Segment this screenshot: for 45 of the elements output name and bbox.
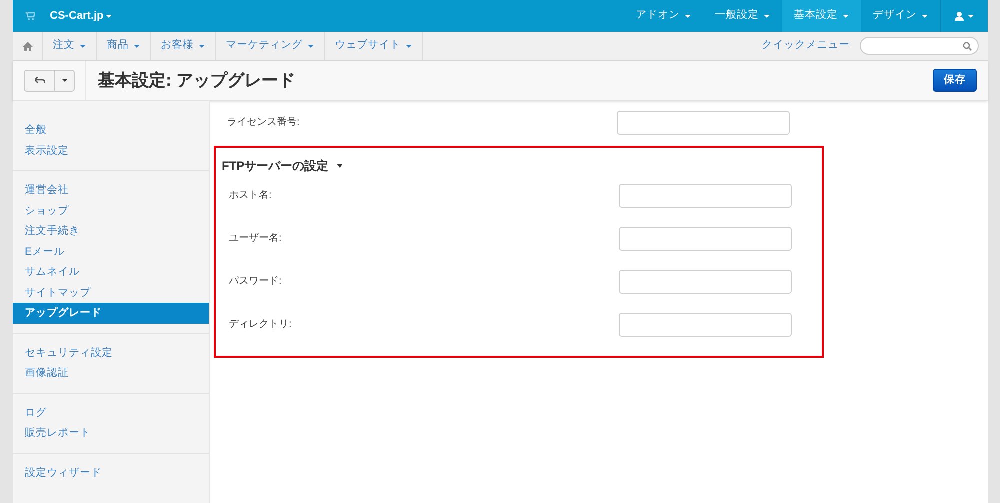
back-arrow-icon xyxy=(34,77,44,84)
sidebar-item[interactable]: サムネイル xyxy=(13,262,209,282)
sidebar-item[interactable]: 画像認証 xyxy=(13,363,209,384)
brand-menu[interactable]: CS-Cart.jp xyxy=(50,8,112,24)
top-menu-item[interactable]: 基本設定 xyxy=(782,0,861,32)
sidebar-item[interactable]: 設定ウィザード xyxy=(13,462,209,483)
sidebar-item[interactable]: 販売レポート xyxy=(13,423,209,444)
nav-menu-item[interactable]: 商品 xyxy=(97,32,151,60)
search-field[interactable] xyxy=(860,37,979,55)
user-icon xyxy=(955,12,964,20)
sidebar-item[interactable]: 表示設定 xyxy=(13,140,209,161)
field-label: ユーザー名: xyxy=(229,232,283,246)
input-field[interactable] xyxy=(619,226,792,250)
field-label: ライセンス番号: xyxy=(227,116,301,130)
nav-menu-item[interactable]: マーケティング xyxy=(216,32,325,60)
sidebar-item[interactable]: サイトマップ xyxy=(13,282,209,303)
sidebar-item[interactable]: アップグレード xyxy=(13,303,209,324)
quick-menu-link[interactable]: クイックメニュー xyxy=(762,38,850,54)
sidebar-item[interactable]: ログ xyxy=(13,402,209,423)
input-field[interactable] xyxy=(619,270,792,294)
caret-icon xyxy=(62,79,68,82)
top-menu-item[interactable]: アドオン xyxy=(624,0,703,32)
input-field[interactable] xyxy=(619,312,792,336)
field-label: パスワード: xyxy=(229,275,283,289)
cart-icon[interactable] xyxy=(25,12,35,20)
save-button[interactable]: 保存 xyxy=(933,69,977,92)
input-field[interactable] xyxy=(619,184,792,208)
section-heading[interactable]: FTPサーバーの設定 xyxy=(222,157,343,175)
top-menu-item[interactable]: デザイン xyxy=(861,0,940,32)
field-label: ホスト名: xyxy=(229,189,273,203)
home-icon[interactable] xyxy=(22,42,32,50)
sidebar-item[interactable]: ショップ xyxy=(13,200,209,221)
nav-menu-item[interactable]: ウェブサイト xyxy=(325,32,423,60)
field-label: ディレクトリ: xyxy=(229,318,293,332)
sidebar-item[interactable]: 全般 xyxy=(13,120,209,140)
search-icon xyxy=(963,42,972,50)
sidebar-item[interactable]: Eメール xyxy=(13,242,209,262)
sidebar-item[interactable]: セキュリティ設定 xyxy=(13,342,209,363)
nav-menu-item[interactable]: お客様 xyxy=(151,32,216,60)
nav-menu-item[interactable]: 注文 xyxy=(43,32,97,60)
sidebar-item[interactable]: 運営会社 xyxy=(13,180,209,200)
sidebar-item[interactable]: 注文手続き xyxy=(13,221,209,242)
input-field[interactable] xyxy=(617,110,790,134)
top-menu-item[interactable]: 一般設定 xyxy=(703,0,782,32)
page-title: 基本設定: アップグレード xyxy=(98,70,296,92)
